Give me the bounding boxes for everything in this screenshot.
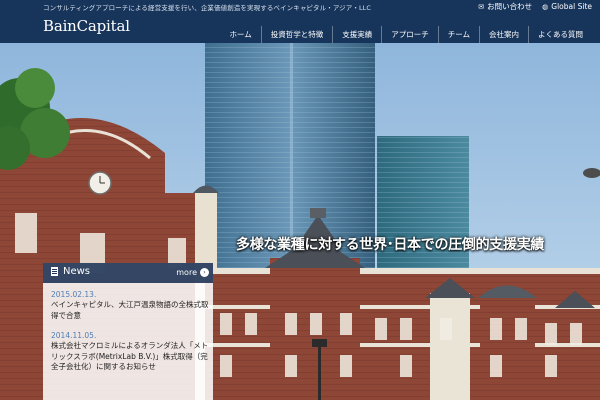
nav-item-philosophy[interactable]: 投資哲学と特徴	[260, 26, 333, 43]
nav-item-track-record[interactable]: 支援実績	[332, 26, 381, 43]
nav-item-approach[interactable]: アプローチ	[381, 26, 438, 43]
news-text[interactable]: ベインキャピタル、大江戸温泉物語の全株式取得で合意	[51, 300, 209, 321]
nav-item-faq[interactable]: よくある質問	[528, 26, 592, 43]
global-site-link[interactable]: ◍ Global Site	[542, 1, 592, 12]
news-date: 2015.02.13.	[51, 290, 97, 299]
nav-item-team[interactable]: チーム	[437, 26, 479, 43]
site-header: コンサルティングアプローチによる経営支援を行い、企業価値創造を実現するベインキャ…	[0, 0, 600, 43]
news-title-label: News	[63, 266, 91, 277]
utility-links: ✉ お問い合わせ ◍ Global Site	[478, 1, 592, 12]
nav-item-company[interactable]: 会社案内	[479, 26, 528, 43]
news-item[interactable]: 2014.11.05. 株式会社マクロミルによるオランダ法人「メトリックスラボ(…	[51, 331, 209, 373]
news-header: News more ›	[43, 263, 213, 283]
document-icon	[51, 267, 58, 276]
chevron-right-icon: ›	[200, 268, 209, 277]
envelope-icon: ✉	[478, 2, 485, 11]
news-item[interactable]: 2015.02.13. ベインキャピタル、大江戸温泉物語の全株式取得で合意	[51, 290, 209, 321]
news-more-link[interactable]: more ›	[176, 268, 209, 277]
global-site-link-label: Global Site	[551, 2, 592, 11]
contact-link[interactable]: ✉ お問い合わせ	[478, 1, 532, 12]
site-logo[interactable]: BainCapital	[43, 17, 130, 35]
main-nav: ホーム 投資哲学と特徴 支援実績 アプローチ チーム 会社案内 よくある質問	[220, 26, 592, 43]
news-panel: News more › 2015.02.13. ベインキャピタル、大江戸温泉物語…	[43, 263, 213, 400]
globe-icon: ◍	[542, 2, 549, 11]
news-date: 2014.11.05.	[51, 331, 97, 340]
news-more-label: more	[176, 268, 197, 277]
news-list: 2015.02.13. ベインキャピタル、大江戸温泉物語の全株式取得で合意 20…	[51, 290, 209, 383]
news-title: News	[51, 266, 90, 277]
news-text[interactable]: 株式会社マクロミルによるオランダ法人「メトリックスラボ(MetrixLab B.…	[51, 341, 209, 373]
contact-link-label: お問い合わせ	[487, 2, 533, 11]
hero-caption: 多様な業種に対する世界･日本での圧倒的支援実績	[236, 237, 545, 253]
nav-item-home[interactable]: ホーム	[220, 26, 260, 43]
site-tagline: コンサルティングアプローチによる経営支援を行い、企業価値創造を実現するベインキャ…	[43, 4, 372, 12]
